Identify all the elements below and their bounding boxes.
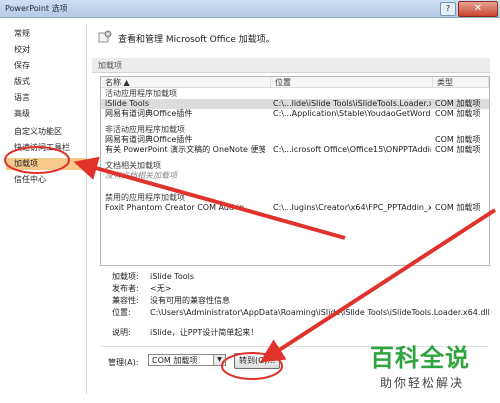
panel-description: 查看和管理 Microsoft Office 加载项。 (118, 35, 275, 45)
detail-compat-label: 兼容性: (112, 296, 139, 305)
detail-description: 说明: iSlide，让PPT设计简单起来！ (112, 327, 258, 338)
addin-group-header: 活动应用程序加载项 (105, 89, 177, 98)
table-cell-type: COM 加载项 (435, 203, 481, 212)
go-button[interactable]: 转到(G)... (234, 353, 280, 369)
watermark-logo: 百科全说 助你轻松解决 (354, 330, 498, 396)
title-bar: PowerPoint 选项 ? ✕ (0, 0, 500, 18)
table-cell-name: Foxit Phantom Creator COM Add-in (105, 203, 245, 212)
manage-select[interactable]: COM 加载项 ▼ (148, 354, 226, 366)
detail-location-label: 位置: (112, 308, 131, 317)
section-title: 加载项 (98, 61, 122, 70)
watermark-title: 百科全说 (370, 344, 470, 372)
table-cell-name: 网易有道词典Office插件 (105, 109, 193, 118)
table-cell-type: COM 加载项 (435, 145, 481, 154)
addin-group-header: 禁用的应用程序加载项 (105, 193, 185, 202)
sidebar-item-layout[interactable]: 版式 (14, 76, 30, 88)
detail-description-label: 说明: (112, 328, 131, 337)
detail-location-value: C:\Users\Administrator\AppData\Roaming\i… (150, 308, 490, 317)
sidebar-item-advanced[interactable]: 高级 (14, 108, 30, 120)
table-row[interactable]: iSlide Tools C:\...lide\iSlide Tools\iSli… (101, 99, 489, 109)
sidebar-item-trust-center[interactable]: 信任中心 (14, 174, 46, 186)
section-header: 加载项 (92, 58, 490, 73)
panel-header: 查看和管理 Microsoft Office 加载项。 (96, 28, 486, 50)
help-button[interactable]: ? (440, 2, 456, 16)
table-row[interactable]: 网易有道词典Office插件 C:\...Application\Stable\Y… (101, 109, 489, 119)
table-cell-location: C:\...Application\Stable\YoudaoGetWord64… (273, 109, 431, 118)
manage-label: 管理(A): (108, 358, 139, 367)
addins-table[interactable]: 名称 ▲ 位置 类型 活动应用程序加载项 iSlide Tools C:\...li… (100, 76, 490, 266)
detail-publisher: 发布者: <无> (112, 283, 171, 294)
detail-addin-value: iSlide Tools (150, 272, 194, 281)
table-cell-type: COM 加载项 (435, 109, 481, 118)
chevron-down-icon[interactable]: ▼ (213, 355, 225, 365)
detail-compat-value: 没有可用的兼容性信息 (150, 296, 230, 305)
table-cell-location: C:\...lugins\Creator\x64\FPC_PPTAddin_x6… (273, 203, 431, 212)
close-button[interactable]: ✕ (458, 1, 498, 17)
detail-compat: 兼容性: 没有可用的兼容性信息 (112, 295, 230, 306)
detail-description-value: iSlide，让PPT设计简单起来！ (150, 328, 259, 337)
table-cell-name: 网易有道词典Office插件 (105, 135, 193, 144)
detail-addin: 加载项: iSlide Tools (112, 271, 194, 282)
addins-gear-icon (98, 30, 112, 43)
detail-publisher-value: <无> (150, 284, 172, 293)
detail-addin-label: 加载项: (112, 272, 139, 281)
sidebar-item-addins[interactable]: 加载项 (6, 158, 86, 170)
table-row[interactable]: 有关 PowerPoint 演示文稿的 OneNote 便笺 C:\...icro… (101, 145, 489, 155)
window-title: PowerPoint 选项 (5, 4, 68, 13)
table-cell-name: iSlide Tools (105, 99, 149, 108)
detail-location: 位置: C:\Users\Administrator\AppData\Roamin… (112, 307, 490, 318)
sidebar-item-quick-access[interactable]: 快速访问工具栏 (14, 142, 70, 154)
sidebar-item-proofing[interactable]: 校对 (14, 44, 30, 56)
table-cell-name: 没有文档相关加载项 (105, 171, 177, 180)
column-header-location[interactable]: 位置 (271, 77, 433, 88)
sidebar-item-save[interactable]: 保存 (14, 60, 30, 72)
sidebar: 常规 校对 保存 版式 语言 高级 自定义功能区 快速访问工具栏 加载项 信任中… (6, 24, 87, 394)
column-header-name[interactable]: 名称 ▲ (101, 77, 271, 88)
addin-group-header: 非活动应用程序加载项 (105, 125, 185, 134)
addin-group-header: 文档相关加载项 (105, 161, 161, 170)
table-cell-name: 有关 PowerPoint 演示文稿的 OneNote 便笺 (105, 145, 265, 154)
table-row[interactable]: Foxit Phantom Creator COM Add-in C:\...lu… (101, 203, 489, 213)
table-row[interactable]: 网易有道词典Office插件 COM 加载项 (101, 135, 489, 145)
table-row: 没有文档相关加载项 (101, 171, 489, 181)
watermark-subtitle: 助你轻松解决 (380, 376, 465, 390)
detail-publisher-label: 发布者: (112, 284, 139, 293)
manage-select-value: COM 加载项 (152, 356, 198, 365)
sidebar-item-language[interactable]: 语言 (14, 92, 30, 104)
table-cell-location: C:\...lide\iSlide Tools\iSlideTools.Load… (273, 99, 431, 108)
sidebar-item-customize-ribbon[interactable]: 自定义功能区 (14, 126, 62, 138)
table-cell-type: COM 加载项 (435, 99, 481, 108)
table-cell-location: C:\...icrosoft Office\Office15\ONPPTAddi… (273, 145, 431, 154)
table-cell-type: COM 加载项 (435, 135, 481, 144)
column-header-type[interactable]: 类型 (433, 77, 489, 88)
sidebar-item-general[interactable]: 常规 (14, 28, 30, 40)
